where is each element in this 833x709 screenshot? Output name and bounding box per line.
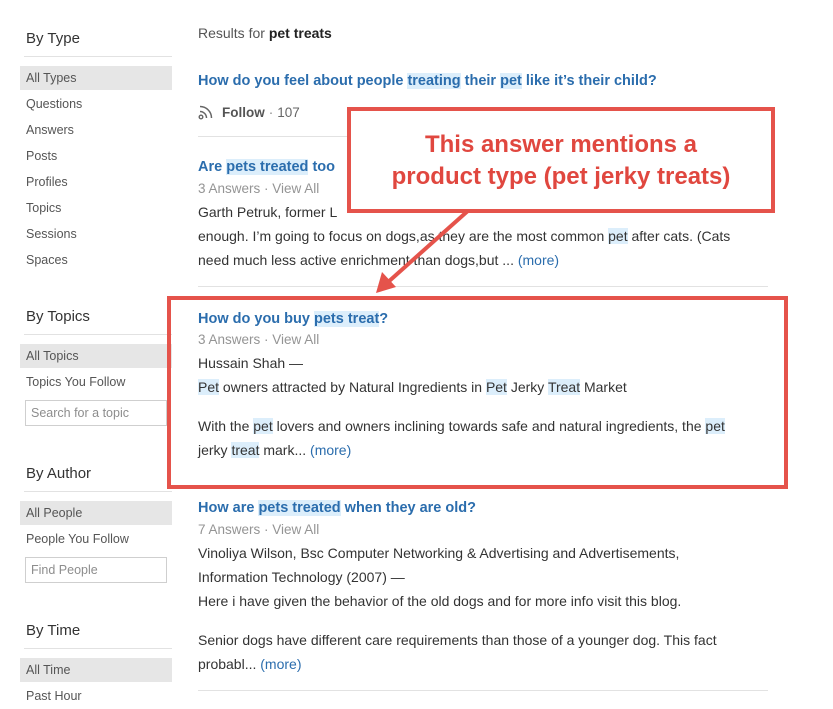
annotation-text: This answer mentions a product type (pet… — [351, 129, 771, 193]
annotation-line: This answer mentions a — [424, 131, 698, 158]
annotation-callout: This answer mentions a product type (pet… — [347, 107, 775, 213]
annotation-line: product type (pet jerky treats) — [391, 163, 731, 190]
